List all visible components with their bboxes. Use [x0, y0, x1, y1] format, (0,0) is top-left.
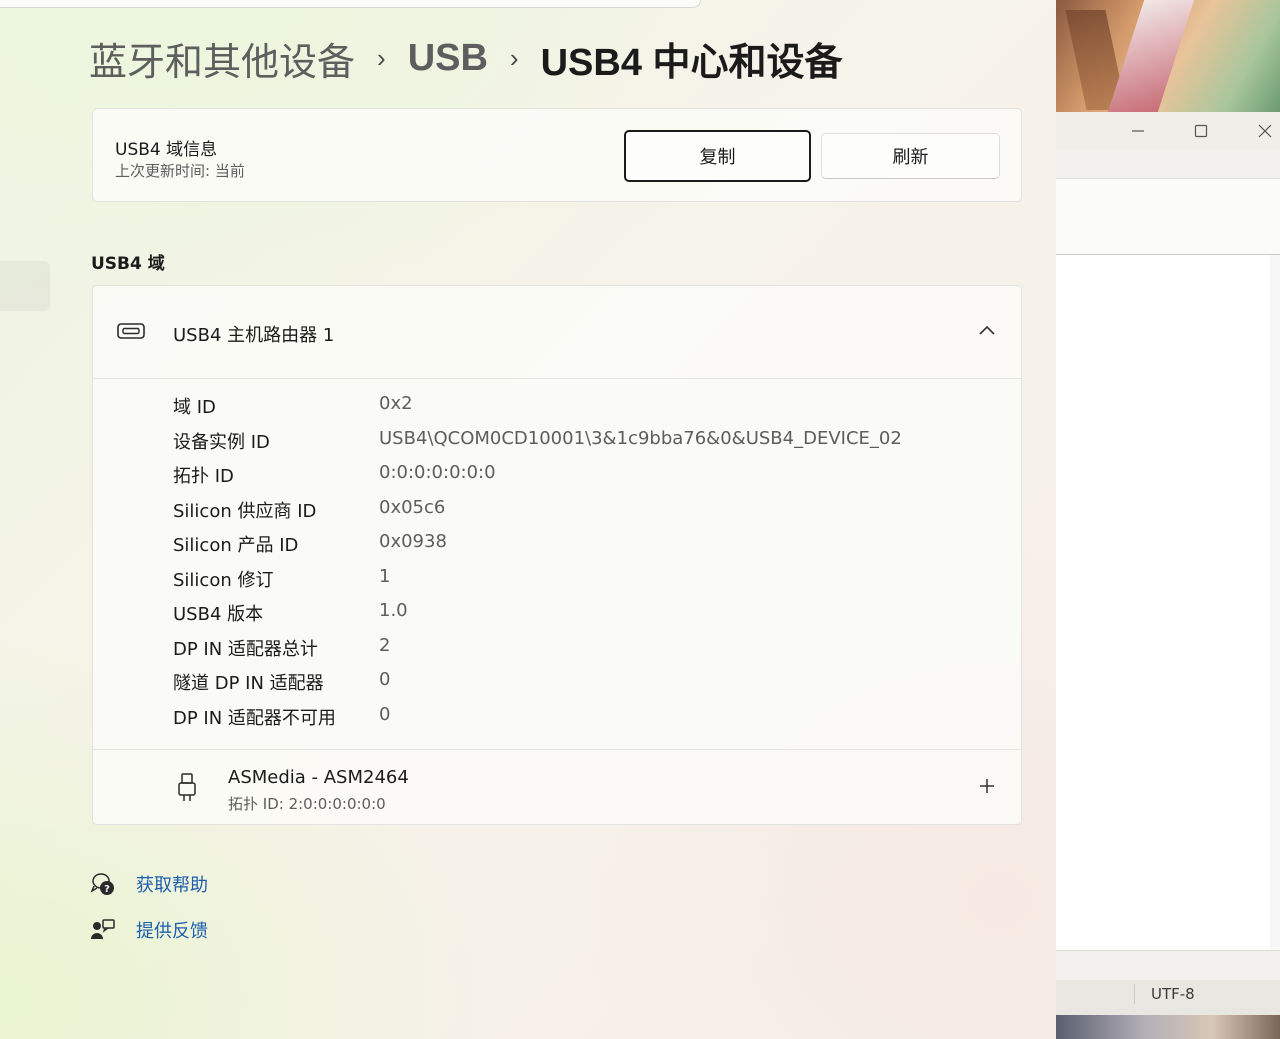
minimize-icon [1132, 130, 1144, 132]
minimize-button[interactable] [1118, 112, 1158, 150]
close-button[interactable] [1245, 112, 1280, 150]
property-row: Silicon 修订 1 [93, 561, 1021, 595]
property-row: Silicon 产品 ID 0x0938 [93, 526, 1021, 560]
desktop-wallpaper [1056, 0, 1280, 112]
copy-button[interactable]: 复制 [624, 130, 811, 182]
property-row: DP IN 适配器总计 2 [93, 630, 1021, 664]
property-label: DP IN 适配器总计 [173, 639, 318, 660]
status-divider [1134, 984, 1135, 1004]
usb-plug-icon [178, 773, 196, 801]
device-name: ASMedia - ASM2464 [228, 767, 409, 788]
property-label: DP IN 适配器不可用 [173, 708, 336, 729]
usb4-router-icon [117, 323, 145, 339]
encoding-label[interactable]: UTF-8 [1151, 985, 1195, 1003]
page-title: USB4 中心和设备 [540, 41, 843, 84]
property-value: 1.0 [379, 600, 408, 621]
breadcrumb: 蓝牙和其他设备 › USB › USB4 中心和设备 [89, 32, 843, 84]
plus-icon[interactable] [978, 777, 996, 795]
router-title: USB4 主机路由器 1 [173, 325, 335, 346]
sidebar-selected-item[interactable] [0, 261, 50, 311]
device-row-asmedia[interactable]: ASMedia - ASM2464 拓扑 ID: 2:0:0:0:0:0:0 [93, 749, 1021, 824]
info-card-title: USB4 域信息 [115, 140, 218, 160]
property-value: 0x2 [379, 393, 413, 414]
device-topology: 拓扑 ID: 2:0:0:0:0:0:0 [228, 795, 386, 813]
property-value: 1 [379, 566, 391, 587]
property-value: 0x0938 [379, 531, 447, 552]
property-value: 0x05c6 [379, 497, 446, 518]
breadcrumb-usb[interactable]: USB [408, 37, 488, 80]
maximize-icon [1194, 124, 1208, 138]
property-label: Silicon 修订 [173, 570, 274, 591]
feedback-icon [91, 919, 115, 939]
close-icon [1258, 124, 1272, 138]
property-label: 设备实例 ID [173, 432, 270, 453]
maximize-button[interactable] [1181, 112, 1221, 150]
breadcrumb-separator: › [509, 42, 519, 73]
notepad-tabbar [1056, 150, 1280, 179]
refresh-button[interactable]: 刷新 [821, 133, 1000, 179]
chevron-up-icon[interactable] [978, 324, 996, 336]
usb4-domain-info-card: USB4 域信息 上次更新时间: 当前 复制 刷新 [92, 108, 1022, 202]
notepad-menubar [1056, 179, 1280, 255]
property-label: Silicon 供应商 ID [173, 501, 317, 522]
property-row: 拓扑 ID 0:0:0:0:0:0:0 [93, 457, 1021, 491]
last-updated-text: 上次更新时间: 当前 [115, 162, 245, 180]
background-notepad-window: UTF-8 [1056, 0, 1280, 1039]
property-label: 拓扑 ID [173, 466, 234, 487]
give-feedback-text[interactable]: 提供反馈 [136, 917, 208, 943]
property-value: 2 [379, 635, 391, 656]
give-feedback-link[interactable]: 提供反馈 [90, 916, 208, 944]
property-row: 隧道 DP IN 适配器 0 [93, 664, 1021, 698]
property-value: 0 [379, 704, 391, 725]
search-bar-edge [0, 0, 701, 8]
svg-text:?: ? [104, 884, 110, 895]
property-value: USB4\QCOM0CD10001\3&1c9bba76&0&USB4_DEVI… [379, 428, 902, 449]
get-help-text[interactable]: 获取帮助 [136, 871, 208, 897]
get-help-link[interactable]: ? 获取帮助 [90, 870, 208, 898]
notepad-titlebar [1056, 112, 1280, 150]
notepad-statusbar [1056, 950, 1280, 981]
property-row: USB4 版本 1.0 [93, 595, 1021, 629]
wallpaper-detail [1107, 0, 1195, 112]
router-properties: 域 ID 0x2 设备实例 ID USB4\QCOM0CD10001\3&1c9… [93, 380, 1021, 748]
router-expander-header[interactable]: USB4 主机路由器 1 [93, 286, 1021, 379]
settings-window: 蓝牙和其他设备 › USB › USB4 中心和设备 USB4 域信息 上次更新… [0, 0, 1056, 1039]
property-value: 0:0:0:0:0:0:0 [379, 462, 496, 483]
notepad-scrollbar[interactable] [1270, 255, 1280, 950]
help-icon: ? [90, 873, 114, 895]
property-value: 0 [379, 669, 391, 690]
breadcrumb-bluetooth-devices[interactable]: 蓝牙和其他设备 [89, 31, 355, 86]
property-label: 域 ID [173, 397, 216, 418]
property-row: 设备实例 ID USB4\QCOM0CD10001\3&1c9bba76&0&U… [93, 423, 1021, 457]
property-row: DP IN 适配器不可用 0 [93, 699, 1021, 733]
property-label: 隧道 DP IN 适配器 [173, 673, 324, 694]
notepad-text-area[interactable] [1056, 255, 1270, 950]
breadcrumb-separator: › [377, 42, 386, 73]
property-label: USB4 版本 [173, 604, 264, 625]
property-label: Silicon 产品 ID [173, 535, 299, 556]
desktop-wallpaper-bottom [1056, 1015, 1280, 1039]
section-heading: USB4 域 [91, 254, 165, 274]
usb4-domain-card: USB4 主机路由器 1 域 ID 0x2 设备实例 ID USB4\QCOM0… [92, 285, 1022, 825]
property-row: Silicon 供应商 ID 0x05c6 [93, 492, 1021, 526]
property-row: 域 ID 0x2 [93, 388, 1021, 422]
